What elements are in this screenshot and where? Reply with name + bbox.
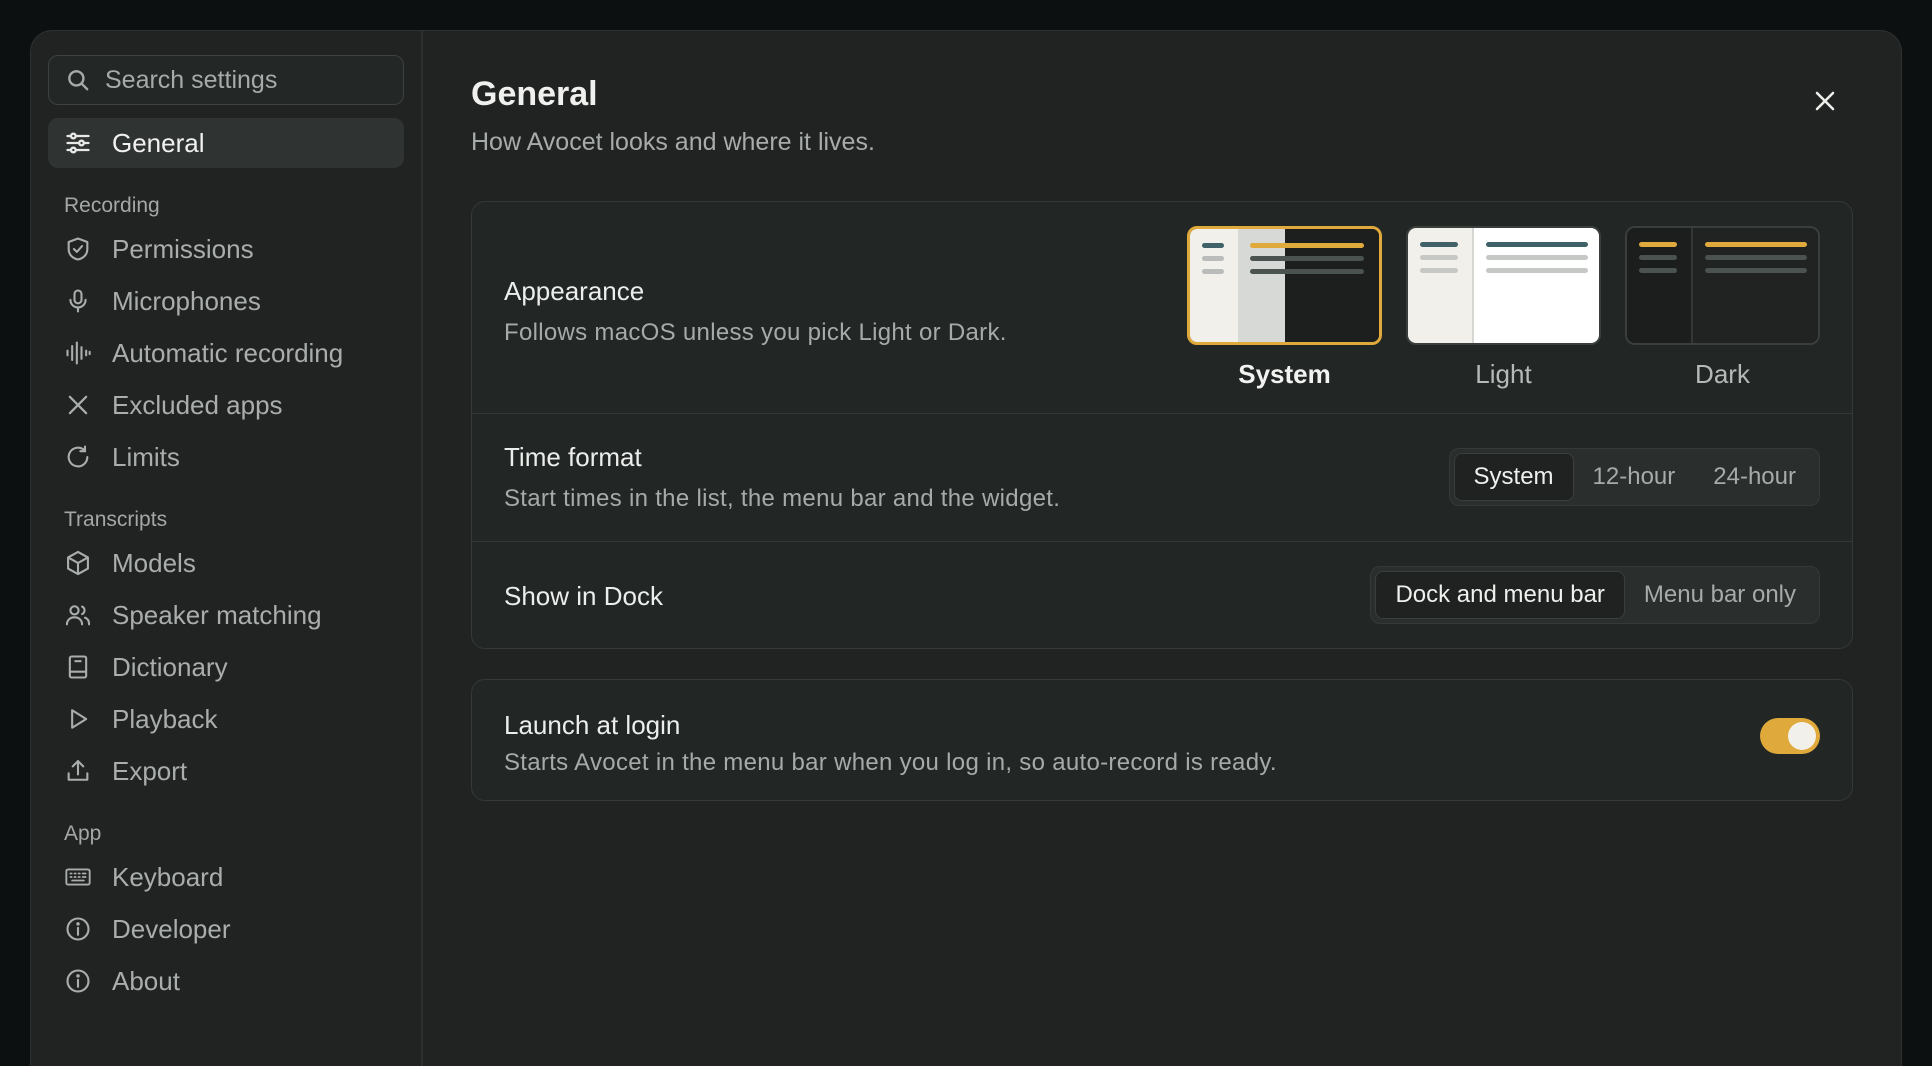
launch-at-login-description: Starts Avocet in the menu bar when you l… (504, 749, 1277, 776)
sidebar-item-label: Microphones (112, 285, 261, 316)
time-format-option-system[interactable]: System (1453, 453, 1574, 501)
dock-option-dock-and-menu-bar[interactable]: Dock and menu bar (1375, 571, 1625, 619)
sidebar-item-label: General (112, 127, 205, 158)
book-icon (64, 653, 92, 681)
sidebar-item-general[interactable]: General (48, 118, 404, 168)
time-format-option-12-hour[interactable]: 12-hour (1574, 453, 1695, 501)
search-input[interactable] (105, 65, 385, 95)
sidebar: General Recording Permissions Microphone… (31, 31, 423, 1066)
time-format-segmented-control: System 12-hour 24-hour (1448, 448, 1820, 506)
section-title-app: App (64, 822, 102, 845)
cube-icon (64, 549, 92, 577)
close-button[interactable] (1807, 83, 1843, 119)
sidebar-item-limits[interactable]: Limits (48, 432, 404, 482)
theme-option-light[interactable]: Light (1406, 226, 1601, 390)
users-icon (64, 601, 92, 629)
sidebar-item-keyboard[interactable]: Keyboard (48, 852, 404, 902)
theme-preview-dark (1625, 226, 1820, 345)
page-subtitle: How Avocet looks and where it lives. (471, 128, 875, 156)
toggle-knob (1788, 722, 1816, 750)
appearance-description: Follows macOS unless you pick Light or D… (504, 319, 1007, 346)
theme-option-system[interactable]: System (1187, 226, 1382, 390)
appearance-row: Appearance Follows macOS unless you pick… (472, 202, 1852, 414)
sidebar-item-playback[interactable]: Playback (48, 694, 404, 744)
settings-window: General Recording Permissions Microphone… (30, 30, 1902, 1066)
time-format-row: Time format Start times in the list, the… (472, 414, 1852, 542)
sidebar-item-label: About (112, 965, 180, 996)
theme-preview-light (1406, 226, 1601, 345)
sidebar-item-speaker-matching[interactable]: Speaker matching (48, 590, 404, 640)
theme-label: System (1238, 359, 1331, 389)
time-format-option-24-hour[interactable]: 24-hour (1694, 453, 1815, 501)
dock-option-menu-bar-only[interactable]: Menu bar only (1625, 571, 1815, 619)
play-icon (64, 705, 92, 733)
sidebar-item-developer[interactable]: Developer (48, 904, 404, 954)
launch-at-login-card: Launch at login Starts Avocet in the men… (471, 679, 1853, 801)
theme-preview-system (1187, 226, 1382, 345)
info-icon (64, 915, 92, 943)
sidebar-item-microphones[interactable]: Microphones (48, 276, 404, 326)
show-in-dock-row: Show in Dock Dock and menu bar Menu bar … (472, 542, 1852, 648)
x-icon (64, 391, 92, 419)
theme-option-dark[interactable]: Dark (1625, 226, 1820, 390)
sidebar-item-label: Excluded apps (112, 389, 283, 420)
sidebar-item-permissions[interactable]: Permissions (48, 224, 404, 274)
show-in-dock-title: Show in Dock (504, 581, 663, 611)
shield-check-icon (64, 235, 92, 263)
refresh-icon (64, 443, 92, 471)
sidebar-item-automatic-recording[interactable]: Automatic recording (48, 328, 404, 378)
time-format-title: Time format (504, 442, 642, 472)
sidebar-item-label: Automatic recording (112, 337, 344, 368)
keyboard-icon (64, 863, 92, 891)
sidebar-item-label: Playback (112, 703, 218, 734)
upload-icon (64, 757, 92, 785)
sidebar-item-export[interactable]: Export (48, 746, 404, 796)
theme-picker: System Light Dark (1187, 226, 1820, 390)
launch-at-login-toggle[interactable] (1760, 718, 1820, 754)
sidebar-item-excluded-apps[interactable]: Excluded apps (48, 380, 404, 430)
sidebar-item-label: Speaker matching (112, 599, 322, 630)
sidebar-item-about[interactable]: About (48, 956, 404, 1006)
sidebar-item-label: Keyboard (112, 861, 224, 892)
close-icon (1815, 91, 1835, 111)
sliders-icon (64, 129, 92, 157)
theme-label: Light (1475, 359, 1532, 389)
search-icon (68, 70, 89, 91)
section-title-recording: Recording (64, 194, 160, 217)
section-title-transcripts: Transcripts (64, 508, 168, 531)
sidebar-item-label: Limits (112, 441, 180, 472)
time-format-description: Start times in the list, the menu bar an… (504, 485, 1061, 512)
sidebar-item-label: Export (112, 755, 188, 786)
sidebar-item-label: Permissions (112, 233, 254, 264)
appearance-title: Appearance (504, 276, 645, 306)
info-icon (64, 967, 92, 995)
waveform-icon (64, 339, 92, 367)
microphone-icon (64, 287, 92, 315)
theme-label: Dark (1695, 359, 1750, 389)
sidebar-item-models[interactable]: Models (48, 538, 404, 588)
sidebar-item-label: Developer (112, 913, 231, 944)
launch-at-login-title: Launch at login (504, 710, 681, 740)
sidebar-item-label: Models (112, 547, 196, 578)
search-box[interactable] (48, 55, 404, 105)
sidebar-item-dictionary[interactable]: Dictionary (48, 642, 404, 692)
sidebar-item-label: Dictionary (112, 651, 228, 682)
dock-segmented-control: Dock and menu bar Menu bar only (1370, 566, 1820, 624)
general-settings-card: Appearance Follows macOS unless you pick… (471, 201, 1853, 649)
page-title: General (471, 75, 598, 113)
settings-content: General How Avocet looks and where it li… (423, 31, 1901, 1066)
